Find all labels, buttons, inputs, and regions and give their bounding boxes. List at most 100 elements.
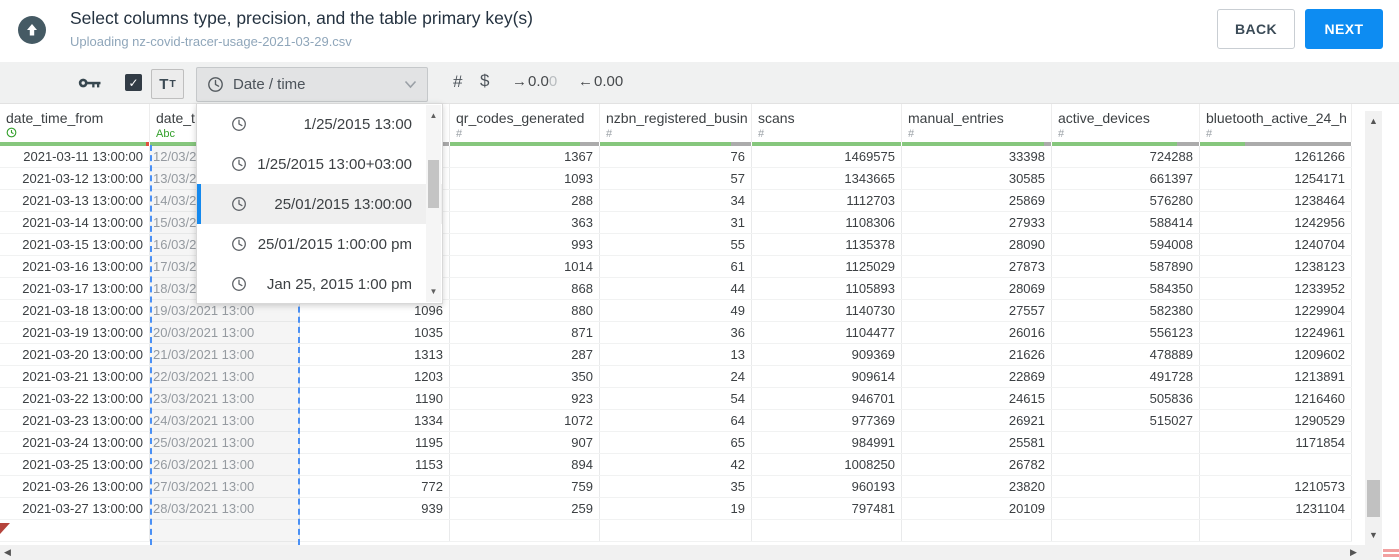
cell: 1135378 bbox=[752, 234, 902, 255]
cell: 1233952 bbox=[1200, 278, 1352, 299]
cell: 25869 bbox=[902, 190, 1052, 211]
cell: 288 bbox=[450, 190, 600, 211]
cell: 24615 bbox=[902, 388, 1052, 409]
scroll-up-icon[interactable]: ▲ bbox=[426, 111, 441, 120]
number-type-button[interactable]: # bbox=[453, 72, 462, 92]
table-row: 2021-03-26 13:00:00 27/03/2021 13:00 772 75… bbox=[0, 476, 1352, 498]
cell: 1195 bbox=[300, 432, 450, 453]
currency-type-button[interactable]: $ bbox=[480, 71, 489, 91]
dropdown-selected-value: Date / time bbox=[233, 76, 306, 93]
cell: 946701 bbox=[752, 388, 902, 409]
decrease-precision-button[interactable]: ←0.00 bbox=[578, 73, 623, 90]
cell: 2021-03-11 13:00:00 bbox=[0, 146, 150, 167]
precision-remove-value: 0.00 bbox=[594, 73, 624, 90]
scroll-down-icon[interactable]: ▼ bbox=[1365, 530, 1382, 540]
cell: 44 bbox=[600, 278, 752, 299]
cell: 21626 bbox=[902, 344, 1052, 365]
table-row: 2021-03-19 13:00:00 20/03/2021 13:00 1035 8… bbox=[0, 322, 1352, 344]
menu-scrollbar-thumb[interactable] bbox=[428, 160, 439, 208]
vertical-scrollbar-thumb[interactable] bbox=[1367, 480, 1380, 517]
scroll-left-icon[interactable]: ◀ bbox=[4, 545, 11, 560]
cell: 1240704 bbox=[1200, 234, 1352, 255]
column-name: qr_codes_generated bbox=[456, 110, 585, 126]
clock-icon bbox=[207, 76, 224, 93]
cell: 2021-03-12 13:00:00 bbox=[0, 168, 150, 189]
scroll-down-icon[interactable]: ▼ bbox=[426, 287, 441, 296]
column-header-nzbn_registered_busine[interactable]: nzbn_registered_busine # bbox=[600, 104, 752, 142]
cell bbox=[1200, 454, 1352, 475]
format-dropdown-menu: 1/25/2015 13:00 1/25/2015 13:00+03:00 25/0… bbox=[196, 103, 443, 304]
cell: 28090 bbox=[902, 234, 1052, 255]
cell bbox=[1052, 498, 1200, 519]
cell: 594008 bbox=[1052, 234, 1200, 255]
vertical-scrollbar[interactable]: ▲ ▼ bbox=[1365, 111, 1382, 545]
cell: 49 bbox=[600, 300, 752, 321]
cell: 2021-03-16 13:00:00 bbox=[0, 256, 150, 277]
table-row: 2021-03-20 13:00:00 21/03/2021 13:00 1313 2… bbox=[0, 344, 1352, 366]
cell: 909614 bbox=[752, 366, 902, 387]
cell: 1035 bbox=[300, 322, 450, 343]
cell: 1125029 bbox=[752, 256, 902, 277]
page-title: Select columns type, precision, and the … bbox=[70, 8, 533, 28]
cell: 1261266 bbox=[1200, 146, 1352, 167]
column-header-qr_codes_generated[interactable]: qr_codes_generated # bbox=[450, 104, 600, 142]
cell: 797481 bbox=[752, 498, 902, 519]
clock-icon bbox=[231, 276, 247, 292]
column-header-manual_entries[interactable]: manual_entries # bbox=[902, 104, 1052, 142]
cell: 36 bbox=[600, 322, 752, 343]
menu-scrollbar[interactable]: ▲ ▼ bbox=[426, 105, 441, 302]
cell: 42 bbox=[600, 454, 752, 475]
table-row: 2021-03-24 13:00:00 25/03/2021 13:00 1195 9… bbox=[0, 432, 1352, 454]
column-header-active_devices[interactable]: active_devices # bbox=[1052, 104, 1200, 142]
cell: 28069 bbox=[902, 278, 1052, 299]
arrow-left-icon: ← bbox=[578, 73, 593, 90]
format-option[interactable]: Jan 25, 2015 1:00 pm bbox=[197, 264, 442, 304]
format-option[interactable]: 1/25/2015 13:00 bbox=[197, 104, 442, 144]
scroll-right-icon[interactable]: ▶ bbox=[1350, 545, 1357, 560]
number-type-label: # bbox=[606, 128, 613, 140]
type-toolbar: ✓ T T Date / time # $ →0.00 ←0.00 bbox=[0, 62, 1399, 104]
horizontal-scrollbar[interactable]: ◀ ▶ bbox=[0, 545, 1382, 560]
cell: 76 bbox=[600, 146, 752, 167]
cell: 1216460 bbox=[1200, 388, 1352, 409]
format-option[interactable]: 25/01/2015 13:00:00 bbox=[197, 184, 442, 224]
cell: 34 bbox=[600, 190, 752, 211]
cell: 491728 bbox=[1052, 366, 1200, 387]
cell: 1229904 bbox=[1200, 300, 1352, 321]
cell: 1343665 bbox=[752, 168, 902, 189]
cell: 894 bbox=[450, 454, 600, 475]
cell: 871 bbox=[450, 322, 600, 343]
upload-status: Uploading nz-covid-tracer-usage-2021-03-… bbox=[70, 34, 352, 49]
cell: 478889 bbox=[1052, 344, 1200, 365]
column-header-bluetooth_active_24_hr_[interactable]: bluetooth_active_24_hr_ # bbox=[1200, 104, 1352, 142]
cell: 1108306 bbox=[752, 212, 902, 233]
cell: 61 bbox=[600, 256, 752, 277]
column-header-date_time_from[interactable]: date_time_from bbox=[0, 104, 150, 142]
format-option[interactable]: 25/01/2015 1:00:00 pm bbox=[197, 224, 442, 264]
clock-icon bbox=[231, 156, 247, 172]
column-name: manual_entries bbox=[908, 110, 1004, 126]
column-name: date_time_from bbox=[6, 110, 104, 126]
primary-key-icon[interactable] bbox=[78, 76, 102, 90]
cell bbox=[1200, 520, 1352, 541]
cell: 2021-03-26 13:00:00 bbox=[0, 476, 150, 497]
next-button[interactable]: NEXT bbox=[1305, 9, 1383, 49]
format-option[interactable]: 1/25/2015 13:00+03:00 bbox=[197, 144, 442, 184]
cell: 26921 bbox=[902, 410, 1052, 431]
cell bbox=[450, 520, 600, 541]
cell: 27557 bbox=[902, 300, 1052, 321]
back-button[interactable]: BACK bbox=[1217, 9, 1295, 49]
text-type-button[interactable]: T T bbox=[151, 69, 184, 99]
column-header-scans[interactable]: scans # bbox=[752, 104, 902, 142]
increase-precision-button[interactable]: →0.00 bbox=[512, 73, 557, 90]
cell: 20/03/2021 13:00 bbox=[150, 322, 300, 343]
column-name: scans bbox=[758, 110, 795, 126]
cell: 27933 bbox=[902, 212, 1052, 233]
cell: 21/03/2021 13:00 bbox=[150, 344, 300, 365]
boolean-type-checkbox[interactable]: ✓ bbox=[125, 74, 142, 91]
datetime-type-dropdown[interactable]: Date / time bbox=[196, 67, 428, 102]
cell: 2021-03-14 13:00:00 bbox=[0, 212, 150, 233]
cell: 2021-03-13 13:00:00 bbox=[0, 190, 150, 211]
scroll-up-icon[interactable]: ▲ bbox=[1365, 116, 1382, 126]
cell: 2021-03-22 13:00:00 bbox=[0, 388, 150, 409]
